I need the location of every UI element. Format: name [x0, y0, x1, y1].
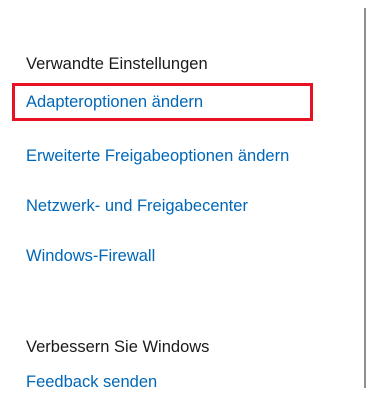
- link-advanced-sharing-options[interactable]: Erweiterte Freigabeoptionen ändern: [26, 146, 289, 166]
- improve-windows-heading: Verbessern Sie Windows: [26, 338, 210, 356]
- related-settings-heading: Verwandte Einstellungen: [26, 55, 208, 73]
- vertical-scrollbar[interactable]: [364, 8, 366, 388]
- link-send-feedback[interactable]: Feedback senden: [26, 372, 157, 392]
- settings-side-panel: Verwandte Einstellungen Adapteroptionen …: [0, 0, 379, 419]
- link-windows-firewall[interactable]: Windows-Firewall: [26, 246, 155, 266]
- link-network-sharing-center[interactable]: Netzwerk- und Freigabecenter: [26, 196, 248, 216]
- link-change-adapter-options[interactable]: Adapteroptionen ändern: [26, 92, 203, 112]
